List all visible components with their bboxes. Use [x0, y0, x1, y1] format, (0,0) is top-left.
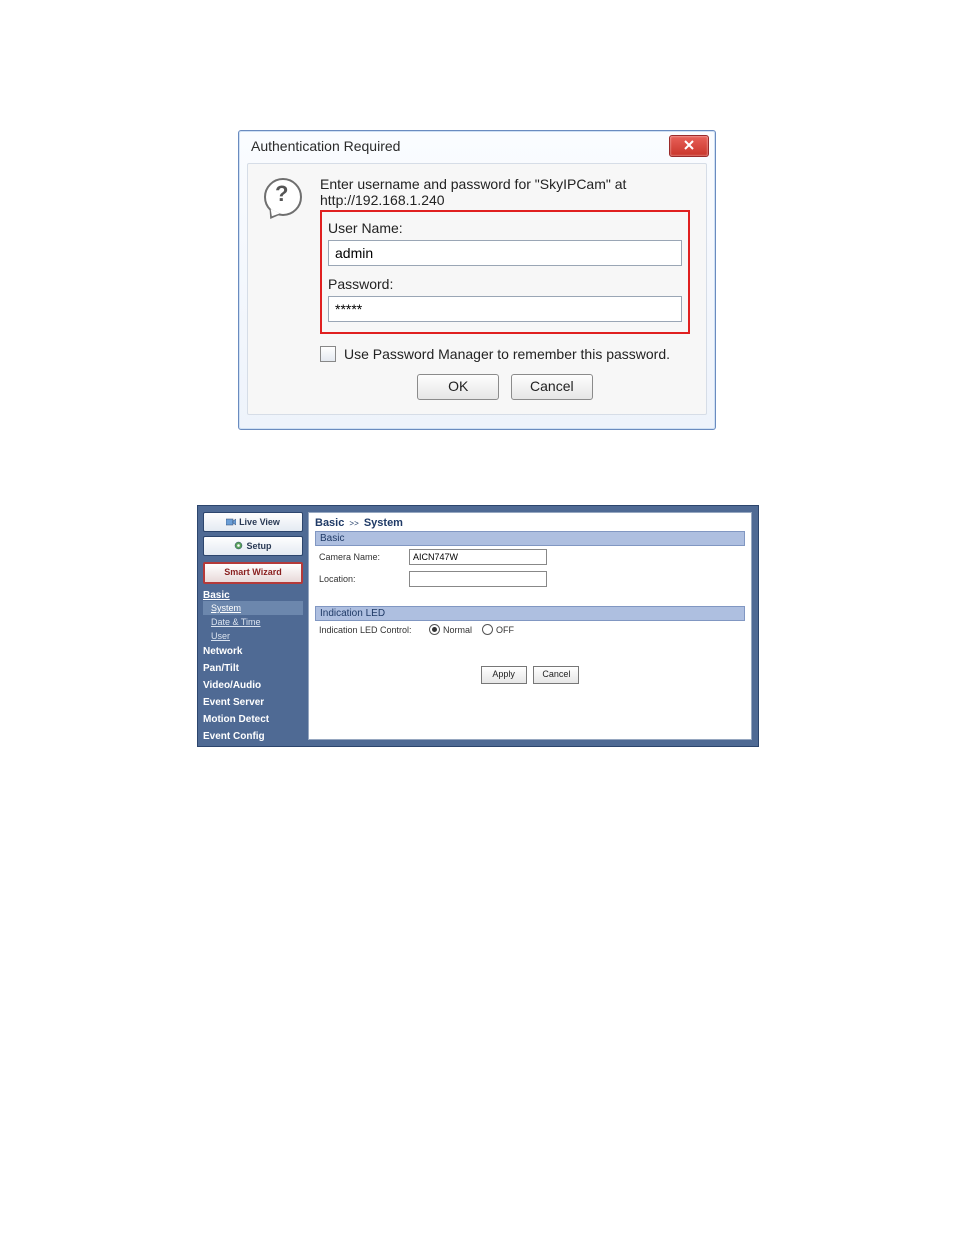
password-label: Password:	[328, 276, 682, 292]
sidebar-item-pantilt[interactable]: Pan/Tilt	[203, 660, 303, 677]
led-control-label: Indication LED Control:	[319, 625, 429, 635]
crumb-system: System	[364, 517, 403, 529]
credentials-highlight: User Name: Password:	[320, 210, 690, 334]
setup-label: Setup	[246, 541, 271, 551]
dialog-titlebar: Authentication Required	[239, 131, 715, 161]
live-view-button[interactable]: Live View	[203, 512, 303, 532]
led-normal-radio[interactable]	[429, 624, 440, 635]
close-icon	[683, 131, 695, 161]
remember-label: Use Password Manager to remember this pa…	[344, 346, 670, 362]
cancel-button[interactable]: Cancel	[511, 374, 593, 400]
apply-button[interactable]: Apply	[481, 666, 527, 684]
led-off-label: OFF	[496, 625, 514, 635]
breadcrumb: Basic >> System	[315, 517, 745, 529]
remember-checkbox[interactable]	[320, 346, 336, 362]
smart-wizard-button[interactable]: Smart Wizard	[203, 562, 303, 584]
sidebar-item-datetime[interactable]: Date & Time	[203, 615, 303, 629]
sidebar-item-eventconfig[interactable]: Event Config	[203, 728, 303, 745]
sidebar-item-eventserver[interactable]: Event Server	[203, 694, 303, 711]
smart-wizard-label: Smart Wizard	[224, 567, 281, 577]
sidebar-item-user[interactable]: User	[203, 629, 303, 643]
sidebar-item-info[interactable]: Information	[203, 762, 303, 779]
gear-icon	[234, 538, 243, 556]
camera-icon	[226, 514, 236, 532]
main-content: Basic >> System Basic Camera Name: Locat…	[308, 512, 752, 740]
sidebar-item-tools[interactable]: Tools	[203, 745, 303, 762]
sidebar-item-motion[interactable]: Motion Detect	[203, 711, 303, 728]
camera-name-label: Camera Name:	[319, 552, 409, 562]
sidebar-item-network[interactable]: Network	[203, 643, 303, 660]
auth-message: Enter username and password for "SkyIPCa…	[320, 176, 690, 208]
username-input[interactable]	[328, 240, 682, 266]
auth-dialog: Authentication Required ? Enter username…	[238, 130, 716, 430]
camera-setup-panel: Live View Setup Smart Wizard Basic Syste…	[197, 505, 759, 747]
sidebar-item-video[interactable]: Video/Audio	[203, 677, 303, 694]
crumb-separator: >>	[347, 519, 360, 528]
camera-name-input[interactable]	[409, 549, 547, 565]
sidebar: Live View Setup Smart Wizard Basic Syste…	[198, 506, 308, 746]
sidebar-basic-heading[interactable]: Basic	[203, 590, 303, 601]
cancel-button-setup[interactable]: Cancel	[533, 666, 579, 684]
led-off-radio[interactable]	[482, 624, 493, 635]
username-label: User Name:	[328, 220, 682, 236]
ok-button[interactable]: OK	[417, 374, 499, 400]
dialog-title: Authentication Required	[251, 138, 400, 154]
setup-button[interactable]: Setup	[203, 536, 303, 556]
dialog-body: ? Enter username and password for "SkyIP…	[247, 163, 707, 415]
section-led: Indication LED	[315, 606, 745, 621]
crumb-basic: Basic	[315, 517, 344, 529]
sidebar-item-system[interactable]: System	[203, 601, 303, 615]
close-button[interactable]	[669, 135, 709, 157]
password-input[interactable]	[328, 296, 682, 322]
location-label: Location:	[319, 574, 409, 584]
question-icon: ?	[264, 178, 302, 216]
location-input[interactable]	[409, 571, 547, 587]
led-normal-label: Normal	[443, 625, 472, 635]
section-basic: Basic	[315, 531, 745, 546]
live-view-label: Live View	[239, 517, 280, 527]
